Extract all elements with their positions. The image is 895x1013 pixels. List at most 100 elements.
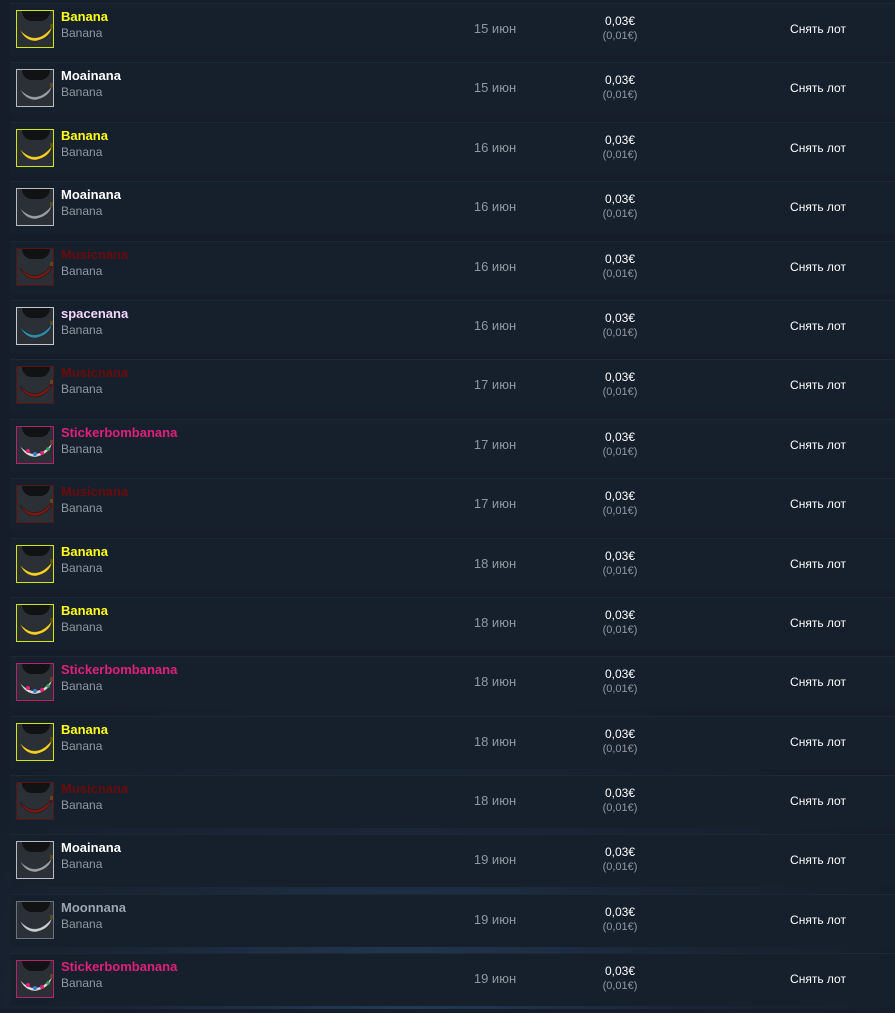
listing-row: Musicnana Banana 17 июн 0,03€ (0,01€) Снять л… <box>10 478 895 532</box>
listing-date: 16 июн <box>473 139 517 155</box>
item-name-link[interactable]: Musicnana <box>61 484 128 499</box>
listing-date: 16 июн <box>473 317 517 333</box>
seller-receives-price: (0,01€) <box>602 683 638 696</box>
listing-row: Banana Banana 18 июн 0,03€ (0,01€) Снять лот <box>10 596 895 650</box>
listing-date: 18 июн <box>473 614 517 630</box>
buyer-price: 0,03€ <box>604 370 636 385</box>
listing-row: Banana Banana 15 июн 0,03€ (0,01€) Снять лот <box>10 3 895 56</box>
seller-receives-price: (0,01€) <box>602 148 638 161</box>
seller-receives-price: (0,01€) <box>602 267 638 280</box>
item-name-link[interactable]: spacenana <box>61 306 128 321</box>
item-name-link[interactable]: Musicnana <box>61 781 128 796</box>
item-name-link[interactable]: Stickerbombanana <box>61 959 177 974</box>
remove-listing-button[interactable]: Снять лот <box>770 435 866 455</box>
banana-yellow-icon[interactable] <box>16 603 54 642</box>
banana-yellow-icon[interactable] <box>16 544 54 583</box>
item-name-link[interactable]: Musicnana <box>61 365 128 380</box>
buyer-price: 0,03€ <box>604 667 636 682</box>
item-type: Banana <box>61 441 103 456</box>
market-listings: Banana Banana 15 июн 0,03€ (0,01€) Снять лот M… <box>10 3 895 1013</box>
listing-date: 17 июн <box>473 496 517 512</box>
banana-grey-icon[interactable] <box>16 188 54 227</box>
remove-listing-button[interactable]: Снять лот <box>770 554 866 574</box>
item-name-link[interactable]: Banana <box>61 603 108 618</box>
listing-date: 15 июн <box>473 80 517 96</box>
remove-listing-button[interactable]: Снять лот <box>770 257 866 277</box>
item-name-link[interactable]: Stickerbombanana <box>61 662 177 677</box>
banana-stickered-icon[interactable] <box>16 663 54 702</box>
listing-row: spacenana Banana 16 июн 0,03€ (0,01€) Снять л… <box>10 299 895 353</box>
seller-receives-price: (0,01€) <box>602 89 638 102</box>
listing-row: Stickerbombanana Banana 18 июн 0,03€ (0,01€)… <box>10 656 895 710</box>
remove-listing-button[interactable]: Снять лот <box>770 850 866 870</box>
banana-yellow-icon[interactable] <box>16 722 54 761</box>
listing-row: Banana Banana 18 июн 0,03€ (0,01€) Снять лот <box>10 537 895 591</box>
banana-teal-icon[interactable] <box>16 306 54 345</box>
banana-grey-icon[interactable] <box>16 69 54 108</box>
buyer-price: 0,03€ <box>604 786 636 801</box>
remove-listing-button[interactable]: Снять лот <box>770 910 866 930</box>
item-name-link[interactable]: Moonnana <box>61 900 126 915</box>
remove-listing-button[interactable]: Снять лот <box>770 138 866 158</box>
listing-row: Stickerbombanana Banana 19 июн 0,03€ (0,01€)… <box>10 953 895 1007</box>
item-name-link[interactable]: Banana <box>61 544 108 559</box>
banana-grey-icon[interactable] <box>16 841 54 880</box>
listing-row: Banana Banana 18 июн 0,03€ (0,01€) Снять лот <box>10 715 895 769</box>
seller-receives-price: (0,01€) <box>602 445 638 458</box>
listing-row: Musicnana Banana 17 июн 0,03€ (0,01€) Снять л… <box>10 359 895 413</box>
seller-receives-price: (0,01€) <box>602 920 638 933</box>
remove-listing-button[interactable]: Снять лот <box>770 19 866 39</box>
seller-receives-price: (0,01€) <box>602 802 638 815</box>
remove-listing-button[interactable]: Снять лот <box>770 791 866 811</box>
remove-listing-button[interactable]: Снять лот <box>770 78 866 98</box>
remove-listing-button[interactable]: Снять лот <box>770 672 866 692</box>
item-name-link[interactable]: Moainana <box>61 187 121 202</box>
seller-receives-price: (0,01€) <box>602 386 638 399</box>
item-name-link[interactable]: Banana <box>61 722 108 737</box>
buyer-price: 0,03€ <box>604 310 636 325</box>
remove-listing-button[interactable]: Снять лот <box>770 375 866 395</box>
banana-yellow-icon[interactable] <box>16 10 54 48</box>
remove-listing-button[interactable]: Снять лот <box>770 316 866 336</box>
seller-receives-price: (0,01€) <box>602 30 638 42</box>
item-type: Banana <box>61 144 103 159</box>
item-type: Banana <box>61 976 103 991</box>
banana-red-icon[interactable] <box>16 366 54 405</box>
banana-red-icon[interactable] <box>16 247 54 286</box>
buyer-price: 0,03€ <box>604 251 636 266</box>
seller-receives-price: (0,01€) <box>602 861 638 874</box>
item-name-link[interactable]: Stickerbombanana <box>61 425 177 440</box>
item-name-link[interactable]: Musicnana <box>61 247 128 262</box>
buyer-price: 0,03€ <box>604 192 636 207</box>
listing-date: 18 июн <box>473 793 517 809</box>
listing-date: 16 июн <box>473 199 517 215</box>
remove-listing-button[interactable]: Снять лот <box>770 197 866 217</box>
item-type: Banana <box>61 322 103 337</box>
banana-stickered-icon[interactable] <box>16 425 54 464</box>
remove-listing-button[interactable]: Снять лот <box>770 613 866 633</box>
seller-receives-price: (0,01€) <box>602 564 638 577</box>
item-name-link[interactable]: Banana <box>61 128 108 143</box>
listing-row: Moainana Banana 16 июн 0,03€ (0,01€) Снять ло… <box>10 181 895 235</box>
item-name-link[interactable]: Banana <box>61 9 108 24</box>
banana-red-icon[interactable] <box>16 485 54 524</box>
listing-date: 19 июн <box>473 852 517 868</box>
banana-red-icon[interactable] <box>16 782 54 821</box>
listing-row: Stickerbombanana Banana 17 июн 0,03€ (0,01€)… <box>10 418 895 472</box>
banana-moon-icon[interactable] <box>16 900 54 939</box>
item-type: Banana <box>61 738 103 753</box>
buyer-price: 0,03€ <box>604 132 636 147</box>
item-name-link[interactable]: Moainana <box>61 68 121 83</box>
item-name-link[interactable]: Moainana <box>61 840 121 855</box>
item-type: Banana <box>61 798 103 813</box>
remove-listing-button[interactable]: Снять лот <box>770 969 866 989</box>
seller-receives-price: (0,01€) <box>602 208 638 221</box>
seller-receives-price: (0,01€) <box>602 505 638 518</box>
remove-listing-button[interactable]: Снять лот <box>770 732 866 752</box>
item-type: Banana <box>61 85 103 100</box>
remove-listing-button[interactable]: Снять лот <box>770 494 866 514</box>
listing-row: Moonnana Banana 19 июн 0,03€ (0,01€) Снять ло… <box>10 893 895 947</box>
banana-stickered-icon[interactable] <box>16 960 54 999</box>
item-type: Banana <box>61 26 103 40</box>
banana-yellow-icon[interactable] <box>16 128 54 167</box>
